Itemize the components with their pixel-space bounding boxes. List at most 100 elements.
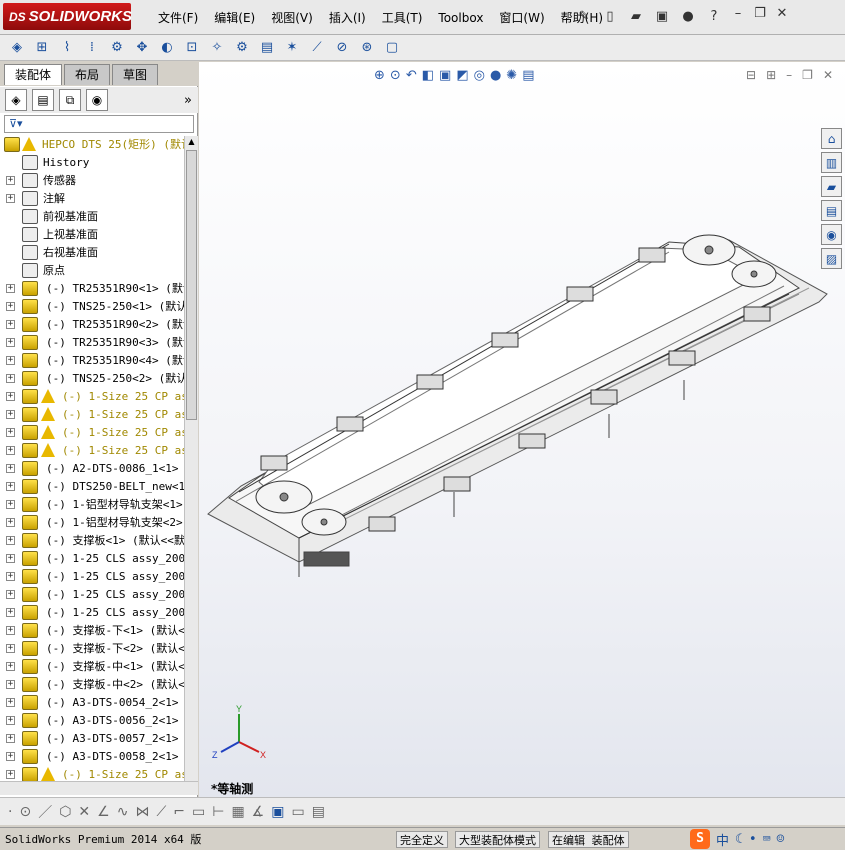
expand-icon[interactable]: + — [6, 536, 15, 545]
help-icon[interactable]: ? — [704, 6, 724, 26]
sogou-input-icon[interactable]: S — [690, 829, 710, 849]
assembly-features-icon[interactable]: ⊡ — [181, 38, 203, 58]
restore-button[interactable]: ❐ — [752, 6, 768, 26]
trim-icon[interactable]: ✕ — [78, 804, 90, 820]
punctuation-icon[interactable]: • — [749, 832, 757, 847]
exploded-view-icon[interactable]: ✶ — [281, 38, 303, 58]
save-icon[interactable]: ▣ — [652, 6, 672, 26]
tree-item[interactable]: + (-) TR25351R90<4> (默认 — [0, 352, 184, 370]
move-component-icon[interactable]: ✥ — [131, 38, 153, 58]
scroll-thumb[interactable] — [186, 150, 197, 420]
expand-icon[interactable]: + — [6, 626, 15, 635]
angle-icon[interactable]: ∡ — [252, 804, 265, 820]
appearances-icon[interactable]: ◉ — [821, 224, 842, 245]
expand-icon[interactable]: + — [6, 284, 15, 293]
traffic-light-icon[interactable]: ● — [678, 6, 698, 26]
expand-icon[interactable]: + — [6, 662, 15, 671]
configuration-manager-icon[interactable]: ⧉ — [59, 89, 81, 111]
tree-vertical-scrollbar[interactable]: ▲ — [184, 136, 198, 781]
keyboard-icon[interactable]: ⌨ — [763, 832, 771, 847]
reference-geometry-icon[interactable]: ✧ — [206, 38, 228, 58]
tab-assembly[interactable]: 装配体 — [4, 64, 63, 85]
corner-icon[interactable]: ⌐ — [173, 804, 185, 820]
tree-item[interactable]: + (-) 1-25 CLS assy_2000- — [0, 550, 184, 568]
tree-item[interactable]: History — [0, 154, 184, 172]
tree-item[interactable]: + 注解 — [0, 190, 184, 208]
tree-item[interactable]: + (-) A3-DTS-0057_2<1> ( — [0, 730, 184, 748]
tree-item[interactable]: + (-) TR25351R90<2> (默认 — [0, 316, 184, 334]
property-manager-icon[interactable]: ▤ — [32, 89, 54, 111]
solidworks-logo[interactable]: DS SOLIDWORKS — [3, 3, 132, 30]
linear-pattern-icon[interactable]: ⁞ — [81, 38, 103, 58]
display-manager-icon[interactable]: ◉ — [86, 89, 108, 111]
expand-icon[interactable]: + — [6, 428, 15, 437]
feature-manager-tree-icon[interactable]: ◈ — [5, 89, 27, 111]
tree-item[interactable]: 上视基准面 — [0, 226, 184, 244]
tree-root[interactable]: − HEPCO DTS 25(矩形) (默认 — [0, 136, 184, 154]
polygon-icon[interactable]: ⬡ — [59, 804, 71, 820]
tree-item[interactable]: + (-) TNS25-250<2> (默认< — [0, 370, 184, 388]
menu-file[interactable]: 文件(F) — [150, 9, 206, 27]
expand-icon[interactable]: + — [6, 716, 15, 725]
tree-item[interactable]: + (-) 1-铝型材导轨支架<2> — [0, 514, 184, 532]
tree-item[interactable]: + (-) A3-DTS-0056_2<1> ( — [0, 712, 184, 730]
tree-item[interactable]: + (-) 支撑板-下<2> (默认< — [0, 640, 184, 658]
tree-item[interactable]: + (-) A3-DTS-0058_2<1> ( — [0, 748, 184, 766]
expand-icon[interactable]: + — [6, 302, 15, 311]
interference-detection-icon[interactable]: ⊘ — [331, 38, 353, 58]
open-folder-icon[interactable]: ▰ — [626, 6, 646, 26]
expand-icon[interactable]: + — [6, 194, 15, 203]
clearance-verification-icon[interactable]: ⊛ — [356, 38, 378, 58]
tree-item[interactable]: + (-) 1-25 CLS assy_2000- — [0, 604, 184, 622]
insert-component-icon[interactable]: ⊞ — [31, 38, 53, 58]
new-document-icon[interactable]: ▯ — [600, 6, 620, 26]
tree-item[interactable]: + (-) TR25351R90<1> (默认 — [0, 280, 184, 298]
file-explorer-icon[interactable]: ▰ — [821, 176, 842, 197]
tree-item[interactable]: + (-) 1-Size 25 CP assy — [0, 406, 184, 424]
circle-icon[interactable]: ⊙ — [19, 804, 31, 820]
expand-icon[interactable]: + — [6, 554, 15, 563]
expand-icon[interactable]: + — [6, 500, 15, 509]
grid-icon[interactable]: ▦ — [231, 804, 244, 820]
tree-item[interactable]: + (-) 支撑板-中<2> (默认< — [0, 676, 184, 694]
tree-item[interactable]: 前视基准面 — [0, 208, 184, 226]
rectangle-icon[interactable]: ▭ — [192, 804, 205, 820]
expand-icon[interactable]: + — [6, 356, 15, 365]
scroll-up-icon[interactable]: ▲ — [185, 136, 198, 148]
ime-mode-label[interactable]: 中 — [716, 830, 729, 849]
expand-panel-icon[interactable]: » — [184, 93, 192, 108]
dimension-icon[interactable]: ⊢ — [212, 804, 224, 820]
tree-item[interactable]: + 传感器 — [0, 172, 184, 190]
pin-icon[interactable]: ✎ — [574, 6, 594, 26]
close-button[interactable]: ✕ — [774, 6, 790, 26]
hide-show-icon[interactable]: ◐ — [156, 38, 178, 58]
expand-icon[interactable]: + — [6, 464, 15, 473]
tree-item[interactable]: 原点 — [0, 262, 184, 280]
moon-icon[interactable]: ☾ — [735, 832, 743, 847]
chamfer-icon[interactable]: ⟋ — [156, 804, 166, 820]
expand-icon[interactable]: + — [6, 572, 15, 581]
mate-icon[interactable]: ⌇ — [56, 38, 78, 58]
user-icon[interactable]: ☺ — [777, 832, 785, 847]
expand-icon[interactable]: + — [6, 320, 15, 329]
expand-icon[interactable]: + — [6, 752, 15, 761]
tree-item[interactable]: + (-) 1-Size 25 CP assy — [0, 388, 184, 406]
tab-sketch[interactable]: 草图 — [112, 64, 159, 85]
menu-insert[interactable]: 插入(I) — [321, 9, 374, 27]
expand-icon[interactable]: + — [6, 176, 15, 185]
point-icon[interactable]: · — [8, 804, 12, 820]
instant3d-icon[interactable]: ▢ — [381, 38, 403, 58]
tree-item[interactable]: + (-) 支撑板-中<1> (默认< — [0, 658, 184, 676]
tree-item[interactable]: + (-) A3-DTS-0054_2<1> ( — [0, 694, 184, 712]
expand-icon[interactable]: + — [6, 338, 15, 347]
view-palette-icon[interactable]: ▤ — [821, 200, 842, 221]
expand-icon[interactable]: + — [6, 644, 15, 653]
expand-icon[interactable]: + — [6, 410, 15, 419]
custom-properties-icon[interactable]: ▨ — [821, 248, 842, 269]
component-icon[interactable]: ◈ — [6, 38, 28, 58]
menu-tools[interactable]: 工具(T) — [374, 9, 431, 27]
table-icon[interactable]: ▤ — [312, 804, 325, 820]
spline-icon[interactable]: ∿ — [117, 804, 129, 820]
solidworks-resources-icon[interactable]: ⌂ — [821, 128, 842, 149]
tree-item[interactable]: + (-) 1-铝型材导轨支架<1> — [0, 496, 184, 514]
